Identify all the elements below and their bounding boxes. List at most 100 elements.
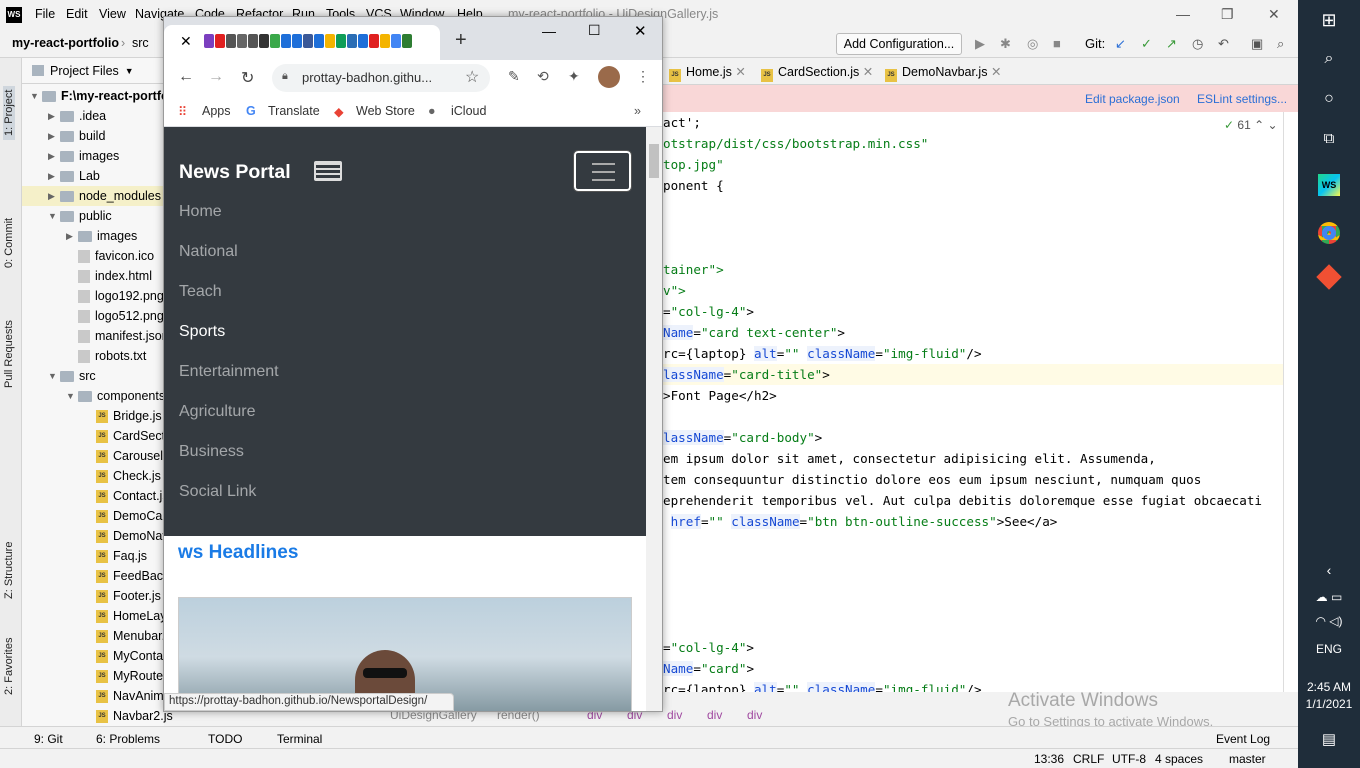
eslint-settings-link[interactable]: ESLint settings... xyxy=(1197,92,1287,106)
tool-window-favorites[interactable]: 2: Favorites xyxy=(3,638,15,695)
history-icon[interactable]: ◷ xyxy=(1192,36,1203,52)
add-configuration-button[interactable]: Add Configuration... xyxy=(836,33,962,55)
bookmark-web-store[interactable]: Web Store xyxy=(356,104,415,118)
favicon-icon[interactable] xyxy=(226,34,236,48)
close-icon[interactable]: ✕ xyxy=(1268,6,1280,23)
tool-window-pull-requests[interactable]: Pull Requests xyxy=(3,320,15,388)
chevron-left-icon[interactable]: ‹ xyxy=(1298,562,1360,578)
chevron-up-icon[interactable]: ⌃ xyxy=(1254,118,1264,132)
close-icon[interactable]: ✕ xyxy=(634,22,647,40)
problems-tool-button[interactable]: 6: Problems xyxy=(96,732,160,746)
nav-link-national[interactable]: National xyxy=(179,243,238,261)
tree-folder[interactable]: ▼ src xyxy=(48,366,96,386)
eyedropper-extension-icon[interactable]: ✎ xyxy=(508,68,520,85)
tree-folder[interactable]: ▼ public xyxy=(48,206,112,226)
debug-icon[interactable]: ✱ xyxy=(1000,36,1011,52)
chevron-right-icon[interactable]: ▶ xyxy=(48,151,60,162)
project-view-selector[interactable]: Project Files xyxy=(50,64,119,78)
apps-grid-icon[interactable]: ⠿ xyxy=(178,104,187,119)
git-push-icon[interactable]: ↗ xyxy=(1166,36,1177,52)
navbar-toggler-button[interactable] xyxy=(573,150,632,192)
error-stripe[interactable] xyxy=(1283,112,1298,692)
maximize-icon[interactable]: ❐ xyxy=(1221,6,1234,23)
tool-window-commit[interactable]: 0: Commit xyxy=(3,218,15,268)
scrollbar-thumb[interactable] xyxy=(649,144,659,178)
tab-cardsection-js[interactable]: JS CardSection.js ✕ xyxy=(761,64,873,82)
chevron-right-icon[interactable]: ▶ xyxy=(66,231,78,242)
tree-file[interactable]: manifest.json xyxy=(66,326,169,346)
lock-icon[interactable]: 🔒︎ xyxy=(282,70,288,83)
nav-link-teach[interactable]: Teach xyxy=(179,283,222,301)
favicon-icon[interactable] xyxy=(391,34,401,48)
web-store-icon[interactable]: ◆ xyxy=(334,104,344,119)
event-log-button[interactable]: Event Log xyxy=(1216,732,1270,746)
tree-folder[interactable]: ▶ images xyxy=(66,226,137,246)
chevron-right-icon[interactable]: ▶ xyxy=(48,191,60,202)
menu-file[interactable]: File xyxy=(35,7,55,21)
tree-folder[interactable]: ▼ F:\my-react-portfolio xyxy=(30,86,183,106)
search-icon[interactable]: ⌕ xyxy=(1298,50,1360,68)
cortana-icon[interactable]: ○ xyxy=(1298,90,1360,108)
tool-window-project[interactable]: 1: Project xyxy=(3,85,15,140)
line-separator[interactable]: CRLF xyxy=(1073,752,1104,766)
nav-link-entertainment[interactable]: Entertainment xyxy=(179,363,279,381)
run-icon[interactable]: ▶ xyxy=(975,36,985,52)
chevron-down-icon[interactable]: ▼ xyxy=(125,66,134,76)
nav-link-social-link[interactable]: Social Link xyxy=(179,483,256,501)
tree-folder[interactable]: ▶ Lab xyxy=(48,166,100,186)
favicon-icon[interactable] xyxy=(347,34,357,48)
git-taskbar-icon[interactable] xyxy=(1298,264,1360,290)
stop-icon[interactable]: ■ xyxy=(1053,36,1061,51)
task-view-icon[interactable]: ⧉ xyxy=(1298,130,1360,147)
chrome-tab[interactable]: ✕ xyxy=(164,25,440,60)
breadcrumb-src[interactable]: src xyxy=(132,36,149,50)
language-indicator[interactable]: ENG xyxy=(1298,642,1360,656)
tree-file[interactable]: JS Carousel.js xyxy=(84,446,176,466)
webstorm-taskbar-icon[interactable]: WS xyxy=(1298,174,1360,196)
code-breadcrumb-item[interactable]: div xyxy=(747,708,762,722)
tree-file[interactable]: robots.txt xyxy=(66,346,146,366)
chevron-down-icon[interactable]: ⌄ xyxy=(1268,118,1278,132)
tree-file[interactable]: JS Bridge.js xyxy=(84,406,162,426)
clock-date[interactable]: 1/1/2021 xyxy=(1298,697,1360,711)
tab-home-js[interactable]: JS Home.js ✕ xyxy=(669,64,746,82)
menu-edit[interactable]: Edit xyxy=(66,7,88,21)
caret-position[interactable]: 13:36 xyxy=(1034,752,1064,766)
tree-file[interactable]: logo512.png xyxy=(66,306,164,326)
minimize-icon[interactable]: — xyxy=(542,23,556,39)
project-structure-icon[interactable]: ▣ xyxy=(1251,36,1263,52)
favicon-icon[interactable] xyxy=(402,34,412,48)
tree-file[interactable]: JS Faq.js xyxy=(84,546,147,566)
nav-link-home[interactable]: Home xyxy=(179,203,222,221)
network-icon[interactable]: ◠ ◁) xyxy=(1298,614,1360,628)
favicon-icon[interactable] xyxy=(281,34,291,48)
omnibox[interactable]: 🔒︎ prottay-badhon.githu... xyxy=(272,64,490,92)
tab-demonavbar-js[interactable]: JS DemoNavbar.js ✕ xyxy=(885,64,1001,82)
favicon-icon[interactable] xyxy=(325,34,335,48)
maximize-icon[interactable]: ☐ xyxy=(588,22,601,39)
reload-icon[interactable]: ↻ xyxy=(241,68,254,88)
chrome-taskbar-icon[interactable] xyxy=(1298,222,1360,247)
clock-time[interactable]: 2:45 AM xyxy=(1298,680,1360,694)
git-commit-icon[interactable]: ✓ xyxy=(1141,36,1152,52)
close-tab-icon[interactable]: ✕ xyxy=(735,65,745,79)
git-tool-button[interactable]: 9: Git xyxy=(34,732,63,746)
tree-file[interactable]: index.html xyxy=(66,266,152,286)
translate-icon[interactable]: G xyxy=(246,104,256,118)
nav-link-agriculture[interactable]: Agriculture xyxy=(179,403,255,421)
favicon-icon[interactable] xyxy=(248,34,258,48)
menu-view[interactable]: View xyxy=(99,7,126,21)
coverage-icon[interactable]: ◎ xyxy=(1027,36,1038,52)
favicon-icon[interactable] xyxy=(259,34,269,48)
notifications-icon[interactable]: ▤ xyxy=(1298,730,1360,748)
favicon-icon[interactable] xyxy=(270,34,280,48)
bookmark-icloud[interactable]: iCloud xyxy=(451,104,486,118)
windows-start-icon[interactable]: ⊞ xyxy=(1298,10,1360,31)
forward-icon[interactable]: → xyxy=(208,68,224,86)
close-tab-icon[interactable]: ✕ xyxy=(180,33,192,50)
favicon-icon[interactable] xyxy=(292,34,302,48)
site-brand[interactable]: News Portal xyxy=(179,161,291,184)
onedrive-icon[interactable]: ☁ ▭ xyxy=(1298,590,1360,604)
search-icon[interactable]: ⌕ xyxy=(1277,36,1284,52)
tool-window-structure[interactable]: Z: Structure xyxy=(3,542,15,599)
